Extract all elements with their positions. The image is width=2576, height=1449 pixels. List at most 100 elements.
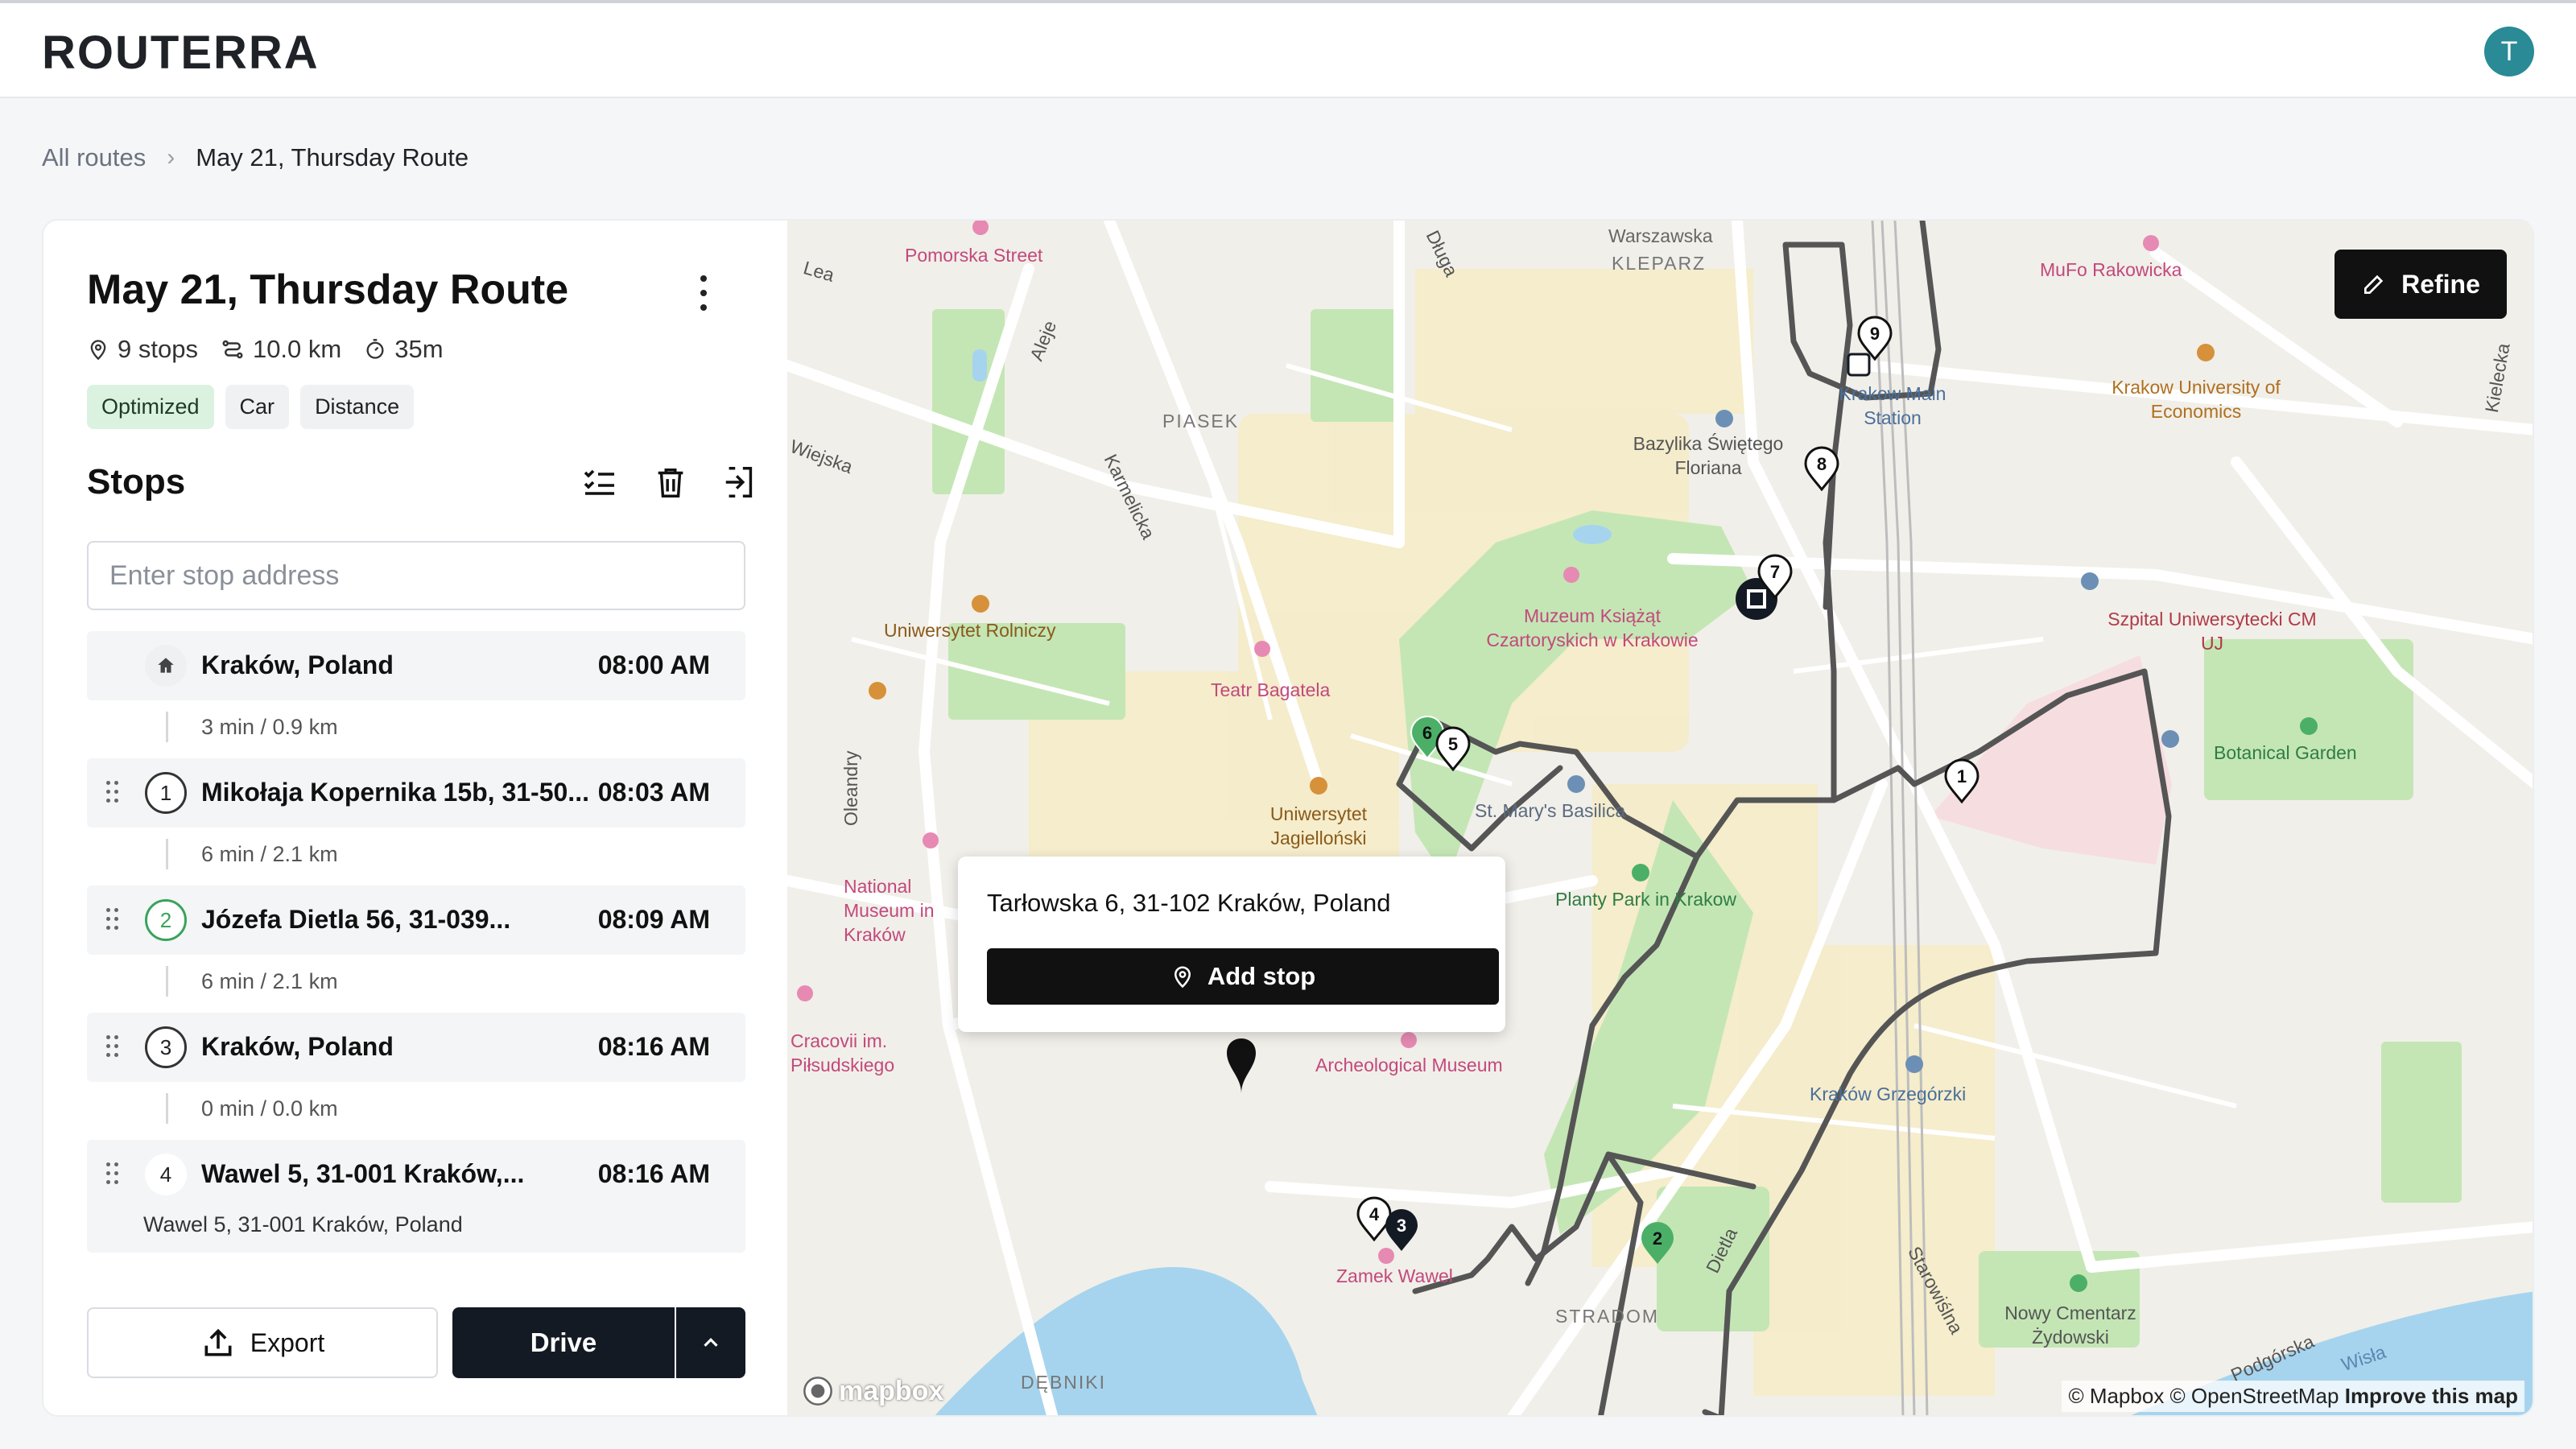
route-title: May 21, Thursday Route bbox=[87, 266, 569, 313]
improve-map-link[interactable]: Improve this map bbox=[2345, 1384, 2518, 1408]
route-icon bbox=[222, 340, 243, 359]
mapbox-icon bbox=[803, 1377, 832, 1406]
drag-handle-icon[interactable] bbox=[106, 1162, 118, 1187]
popup-address: Tarłowska 6, 31-102 Kraków, Poland bbox=[987, 889, 1391, 917]
checklist-icon[interactable] bbox=[578, 460, 621, 504]
stop-row-start[interactable]: Kraków, Poland 08:00 AM bbox=[87, 631, 745, 700]
leg-info: 6 min / 2.1 km bbox=[201, 842, 338, 866]
stop-row-3[interactable]: 3 Kraków, Poland 08:16 AM bbox=[87, 1013, 745, 1082]
route-card: May 21, Thursday Route 9 stops 10.0 km 3… bbox=[42, 219, 2534, 1417]
attribution-text[interactable]: © Mapbox © OpenStreetMap bbox=[2068, 1384, 2339, 1408]
stop-name: Kraków, Poland bbox=[201, 650, 394, 679]
map-marker-2[interactable]: 2 bbox=[1639, 1220, 1676, 1265]
map-label: Muzeum Książąt Czartoryskich w Krakowie bbox=[1486, 605, 1699, 650]
stop-time: 08:16 AM bbox=[597, 1032, 710, 1061]
stop-number: 4 bbox=[145, 1154, 187, 1195]
route-distance: 10.0 km bbox=[221, 335, 341, 364]
trash-icon[interactable] bbox=[649, 460, 692, 504]
map-label: Bazylika Świętego Floriana bbox=[1633, 433, 1784, 478]
stop-row-2[interactable]: 2 Józefa Dietla 56, 31-039... 08:09 AM bbox=[87, 886, 745, 955]
map-attribution: © Mapbox © OpenStreetMap Improve this ma… bbox=[2062, 1381, 2524, 1412]
stop-time: 08:16 AM bbox=[597, 1159, 710, 1188]
add-stop-button[interactable]: Add stop bbox=[987, 948, 1499, 1005]
map-label: Oleandry bbox=[840, 750, 861, 826]
marker-label: 1 bbox=[1956, 766, 1967, 786]
leg-connector bbox=[166, 966, 168, 997]
map-label: Krakow Main Station bbox=[1839, 383, 1946, 428]
top-bar: ROUTERRA T bbox=[0, 0, 2576, 98]
map-popup: Tarłowska 6, 31-102 Kraków, Poland Add s… bbox=[958, 857, 1505, 1032]
map-label: Zamek Wawel bbox=[1336, 1265, 1453, 1286]
breadcrumb-all-routes[interactable]: All routes bbox=[42, 143, 146, 172]
marker-label: 2 bbox=[1652, 1228, 1663, 1249]
drag-handle-icon[interactable] bbox=[106, 781, 118, 805]
map-label: Uniwersytet Rolniczy bbox=[884, 620, 1056, 641]
map-marker-3[interactable]: 3 bbox=[1383, 1208, 1420, 1253]
pencil-icon bbox=[2364, 275, 2384, 294]
route-map[interactable]: Warszawska KLEPARZ Pomorska Street MuFo … bbox=[787, 221, 2533, 1415]
tag-distance: Distance bbox=[300, 385, 415, 429]
drag-handle-icon[interactable] bbox=[106, 908, 118, 932]
route-duration: 35m bbox=[364, 335, 444, 364]
chevron-up-icon bbox=[704, 1338, 718, 1347]
app-logo[interactable]: ROUTERRA bbox=[42, 26, 320, 80]
stop-time: 08:03 AM bbox=[597, 778, 710, 807]
map-label: Cracovii im. Piłsudskiego bbox=[791, 1030, 895, 1075]
stop-name: Wawel 5, 31-001 Kraków,... bbox=[201, 1159, 525, 1188]
stop-address-input[interactable] bbox=[87, 541, 745, 610]
map-marker-5[interactable]: 5 bbox=[1435, 726, 1472, 772]
leg-connector bbox=[166, 1093, 168, 1124]
marker-label: 9 bbox=[1869, 324, 1880, 344]
add-stop-label: Add stop bbox=[1207, 962, 1316, 990]
mapbox-logo[interactable]: mapbox bbox=[802, 1375, 943, 1407]
map-label: KLEPARZ bbox=[1612, 253, 1707, 274]
map-marker-1[interactable]: 1 bbox=[1943, 758, 1980, 804]
map-label: Botanical Garden bbox=[2214, 742, 2357, 763]
map-label: Krakow University of Economics bbox=[2112, 377, 2281, 422]
stop-row-1[interactable]: 1 Mikołaja Kopernika 15b, 31-50... 08:03… bbox=[87, 758, 745, 828]
export-button[interactable]: Export bbox=[87, 1307, 438, 1378]
map-label: Szpital Uniwersytecki CM UJ bbox=[2107, 609, 2317, 654]
stop-full-address: Wawel 5, 31-001 Kraków, Poland bbox=[143, 1212, 463, 1236]
stop-name: Kraków, Poland bbox=[201, 1032, 394, 1061]
stop-row-4[interactable]: 4 Wawel 5, 31-001 Kraków,... 08:16 AM Wa… bbox=[87, 1140, 745, 1253]
stop-number: 3 bbox=[145, 1026, 187, 1068]
map-label: STRADOM bbox=[1555, 1306, 1659, 1327]
refine-button[interactable]: Refine bbox=[2334, 250, 2507, 319]
stop-name: Józefa Dietla 56, 31-039... bbox=[201, 905, 511, 934]
leg-info: 6 min / 2.1 km bbox=[201, 969, 338, 993]
export-label: Export bbox=[250, 1327, 325, 1357]
drive-options-button[interactable] bbox=[676, 1307, 745, 1378]
user-avatar[interactable]: T bbox=[2484, 27, 2534, 76]
stop-name: Mikołaja Kopernika 15b, 31-50... bbox=[201, 778, 589, 807]
pin-icon bbox=[1174, 966, 1191, 989]
stop-time: 08:09 AM bbox=[597, 905, 710, 934]
breadcrumb-current: May 21, Thursday Route bbox=[196, 143, 469, 171]
drive-button[interactable]: Drive bbox=[452, 1307, 675, 1378]
marker-label: 3 bbox=[1396, 1216, 1407, 1236]
map-label: Nowy Cmentarz Żydowski bbox=[2004, 1302, 2136, 1348]
pin-icon bbox=[90, 340, 106, 361]
stopwatch-icon bbox=[366, 339, 384, 359]
upload-icon bbox=[204, 1328, 232, 1356]
map-label: Uniwersytet Jagielloński bbox=[1269, 803, 1368, 848]
map-marker-9[interactable]: 9 bbox=[1856, 316, 1893, 361]
map-label: Pomorska Street bbox=[905, 245, 1043, 266]
duration-text: 35m bbox=[394, 335, 444, 363]
stop-number: 1 bbox=[145, 772, 187, 814]
stops-count: 9 stops bbox=[87, 335, 198, 364]
map-marker-8[interactable]: 8 bbox=[1803, 446, 1840, 492]
map-marker-7[interactable]: 7 bbox=[1757, 554, 1794, 600]
drag-handle-icon[interactable] bbox=[106, 1035, 118, 1059]
tag-car: Car bbox=[225, 385, 290, 429]
map-label: Kraków Grzegórzki bbox=[1810, 1084, 1967, 1104]
map-label: Planty Park in Krakow bbox=[1555, 889, 1736, 910]
refine-label: Refine bbox=[2401, 269, 2480, 299]
tag-optimized: Optimized bbox=[87, 385, 214, 429]
more-options-icon[interactable] bbox=[687, 270, 720, 316]
map-label: National Museum in Kraków bbox=[844, 876, 935, 945]
marker-label: 5 bbox=[1447, 734, 1459, 754]
import-icon[interactable] bbox=[718, 460, 762, 504]
distance-text: 10.0 km bbox=[252, 335, 342, 363]
map-label: Teatr Bagatela bbox=[1211, 679, 1331, 700]
